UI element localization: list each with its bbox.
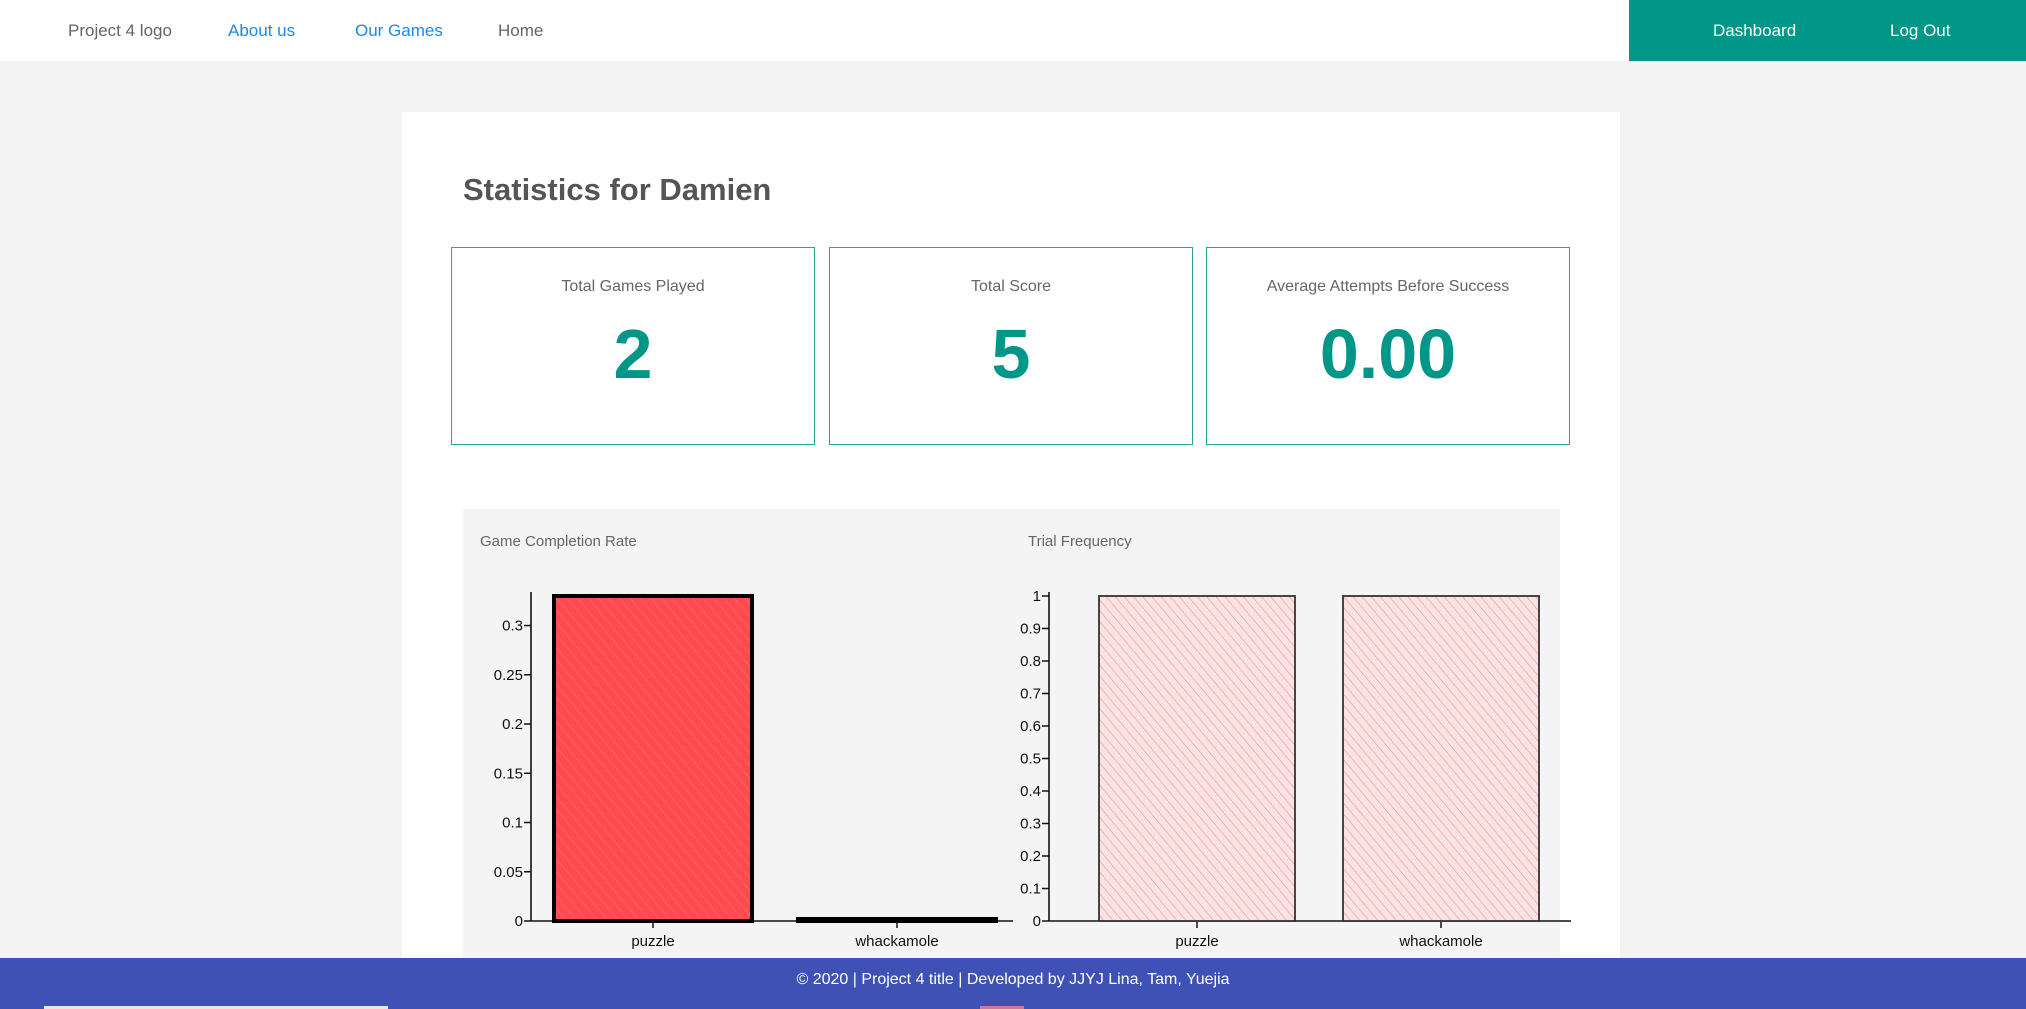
y-tick-label: 0.7 [1020,686,1041,703]
nav-about-us[interactable]: About us [228,0,295,61]
chart-title-trial: Trial Frequency [1028,533,1132,550]
x-tick-label: whackamole [1398,933,1482,950]
y-tick-label: 0.2 [1020,848,1041,865]
bar-puzzle [1098,595,1296,922]
nav-our-games[interactable]: Our Games [355,0,443,61]
completion-rate-chart: 0 0.05 0.1 0.15 0.2 0.25 0.3 puzzle whackamole [494,592,1013,950]
stat-label: Average Attempts Before Success [1266,278,1510,295]
stat-total-games: Total Games Played 2 [451,247,815,445]
y-tick-label: 0.05 [494,864,523,881]
x-tick-label: puzzle [1175,933,1218,950]
footer: © 2020 | Project 4 title | Developed by … [0,958,2026,1009]
y-tick-label: 0.3 [1020,816,1041,833]
y-tick-label: 0.25 [494,667,523,684]
dashboard-button[interactable]: Dashboard [1713,0,1796,61]
bar-whackamole [796,917,998,923]
x-tick-label: puzzle [631,933,674,950]
x-tick-label: whackamole [854,933,938,950]
y-tick-label: 0.15 [494,765,523,782]
stat-value: 2 [613,315,653,393]
page-title: Statistics for Damien [463,172,772,207]
stat-label: Total Score [970,278,1052,295]
y-tick-label: 0.1 [502,815,523,832]
stat-value: 0.00 [1319,315,1457,393]
y-tick-label: 0 [515,913,523,930]
y-tick-label: 0.3 [502,618,523,635]
top-navbar: Project 4 logo About us Our Games Home D… [0,0,2026,61]
y-tick-label: 1 [1033,588,1041,605]
trial-frequency-chart: 0 0.1 0.2 0.3 0.4 0.5 0.6 0.7 0.8 0.9 1 puzzle whac… [1020,588,1571,950]
y-tick-label: 0.1 [1020,881,1041,898]
y-tick-label: 0 [1033,913,1041,930]
y-tick-label: 0.6 [1020,718,1041,735]
y-tick-label: 0.9 [1020,621,1041,638]
logout-button[interactable]: Log Out [1890,0,1951,61]
stat-label: Total Games Played [561,278,705,295]
charts-panel: Game Completion Rate Trial Frequency 0 0.… [463,509,1571,969]
nav-right-section: Dashboard Log Out [1629,0,2026,61]
stat-average-attempts: Average Attempts Before Success 0.00 [1206,247,1570,445]
statistics-card: Statistics for Damien Total Games Played… [402,112,1620,969]
stat-value: 5 [991,315,1031,393]
stat-total-score: Total Score 5 [829,247,1193,445]
chart-title-completion: Game Completion Rate [480,533,637,550]
logo-link[interactable]: Project 4 logo [68,0,172,61]
nav-home[interactable]: Home [498,0,543,61]
footer-text: © 2020 | Project 4 title | Developed by … [796,971,1230,988]
y-tick-label: 0.5 [1020,751,1041,768]
bar-whackamole [1342,595,1540,922]
y-tick-label: 0.8 [1020,653,1041,670]
bar-puzzle [552,594,754,923]
y-tick-label: 0.4 [1020,783,1041,800]
y-tick-label: 0.2 [502,716,523,733]
